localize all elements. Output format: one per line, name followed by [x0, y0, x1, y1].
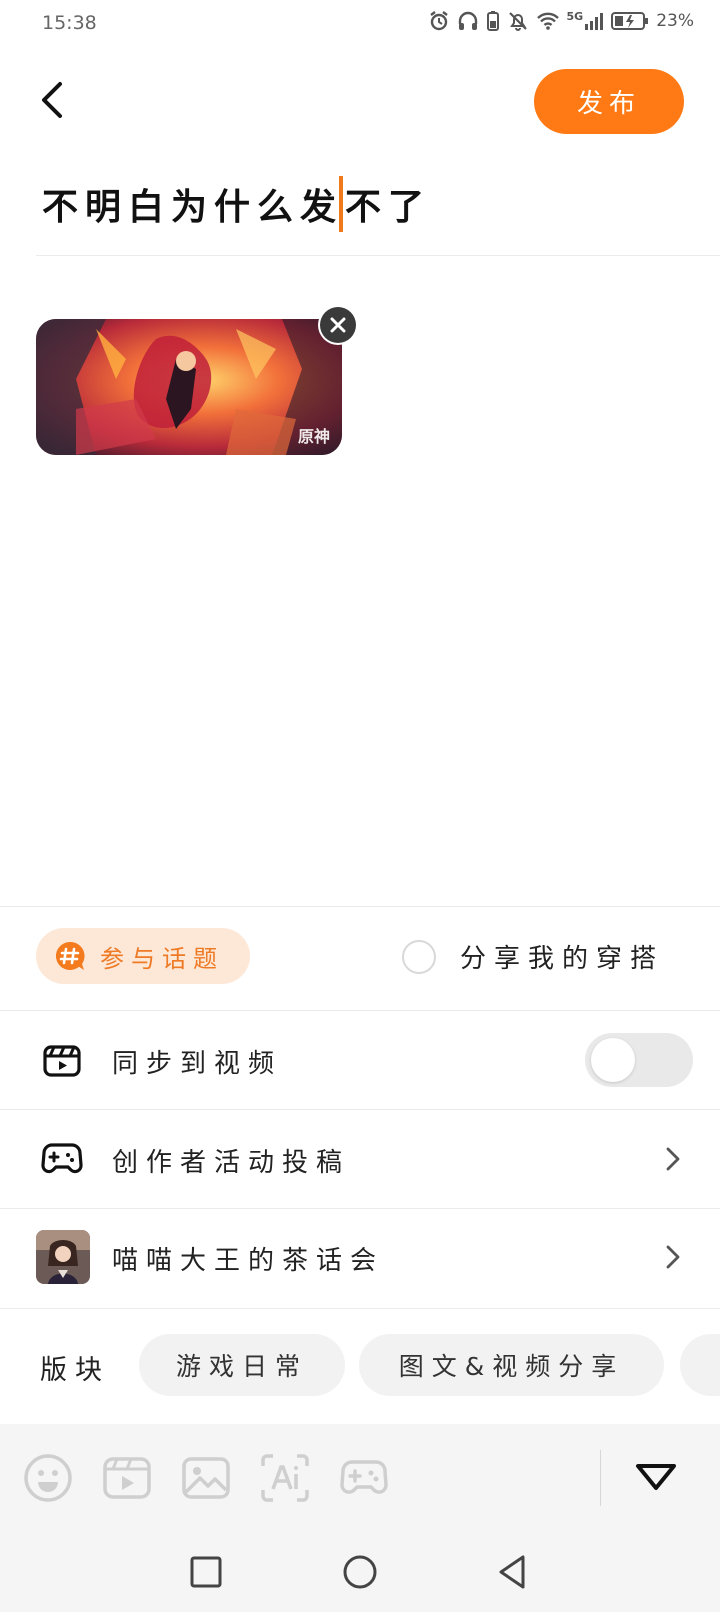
square-recent-icon[interactable] — [186, 1552, 226, 1592]
title-divider — [36, 255, 720, 256]
video-icon[interactable] — [101, 1452, 153, 1504]
title-text-before: 不明白为什么发 — [42, 187, 344, 228]
battery-saver-icon — [486, 11, 499, 31]
clapperboard-icon — [43, 1045, 81, 1077]
battery-icon — [611, 12, 649, 30]
image-watermark: 原神 — [297, 427, 330, 446]
status-icons: 5G 23% — [428, 10, 694, 32]
toggle-knob — [591, 1038, 635, 1082]
section-chip-overflow[interactable] — [680, 1334, 720, 1396]
artwork-image — [36, 319, 342, 455]
topic-label: 参与话题 — [100, 944, 224, 973]
ai-icon[interactable] — [259, 1452, 311, 1504]
alarm-icon — [429, 11, 448, 31]
options-divider-1 — [0, 1010, 720, 1011]
section-chip-media-share[interactable]: 图文&视频分享 — [359, 1334, 664, 1396]
chevron-right-icon — [666, 1147, 680, 1171]
signal-icon — [585, 13, 604, 30]
hashtag-bubble-icon — [55, 941, 85, 970]
options-divider-top — [0, 906, 720, 907]
creator-activity-label: 创作者活动投稿 — [112, 1148, 351, 1178]
mute-icon — [508, 12, 527, 31]
post-title-input[interactable]: 不明白为什么发 不了 — [42, 176, 432, 232]
emoji-icon[interactable] — [22, 1452, 74, 1504]
headphones-icon — [458, 11, 477, 30]
close-icon — [330, 317, 346, 333]
creator-activity-row[interactable] — [0, 1110, 720, 1208]
image-icon[interactable] — [180, 1452, 232, 1504]
join-topic-button[interactable]: 参与话题 — [36, 928, 250, 984]
text-cursor — [339, 176, 344, 232]
status-time: 15:38 — [42, 12, 97, 34]
battery-percent: 23% — [656, 11, 694, 31]
remove-image-button[interactable] — [320, 307, 356, 343]
share-outfit-label: 分享我的穿搭 — [460, 944, 665, 974]
sync-video-toggle[interactable] — [585, 1033, 693, 1087]
chevron-left-icon — [42, 82, 62, 118]
options-divider-4 — [0, 1308, 720, 1309]
sync-video-label: 同步到视频 — [112, 1049, 283, 1079]
network-label: 5G — [566, 10, 584, 23]
triangle-down-icon[interactable] — [630, 1452, 682, 1504]
wifi-icon — [536, 12, 559, 30]
share-outfit-radio[interactable] — [402, 940, 436, 974]
club-avatar — [36, 1230, 90, 1284]
game-icon[interactable] — [338, 1452, 390, 1504]
section-chip-game-daily[interactable]: 游戏日常 — [139, 1334, 345, 1396]
toolbar-separator — [600, 1450, 601, 1506]
club-label: 喵喵大王的茶话会 — [112, 1246, 385, 1276]
section-label: 版块 — [40, 1355, 110, 1386]
chevron-right-icon — [666, 1245, 680, 1269]
triangle-back-icon[interactable] — [493, 1552, 533, 1592]
circle-home-icon[interactable] — [340, 1552, 380, 1592]
back-button[interactable] — [34, 78, 74, 122]
publish-button[interactable]: 发布 — [534, 69, 684, 134]
gamepad-icon — [41, 1143, 83, 1174]
attached-image[interactable]: 原神 — [36, 319, 342, 455]
title-text-after: 不了 — [345, 187, 432, 228]
